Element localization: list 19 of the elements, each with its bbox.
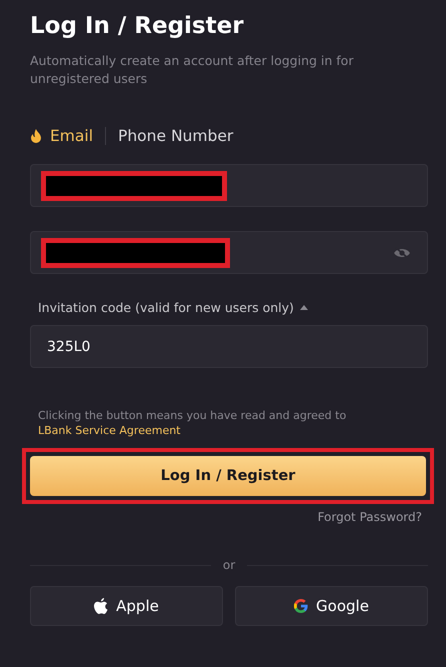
social-login-button[interactable]: Google — [235, 586, 428, 626]
tab[interactable]: Phone Number — [118, 127, 234, 145]
forgot-password-link[interactable]: Forgot Password? — [318, 510, 422, 524]
flame-icon — [30, 129, 42, 143]
google-icon — [294, 598, 308, 614]
subtitle: Automatically create an account after logging in for unregistered users — [30, 52, 354, 88]
social-login-button[interactable]: Apple — [30, 586, 223, 626]
invitation-field[interactable]: 325L0 — [30, 325, 428, 368]
agreement-link[interactable]: LBank Service Agreement — [38, 424, 180, 437]
submit-button[interactable]: Log In / Register — [30, 456, 426, 496]
agreement-text: Clicking the button means you have read and agreed to LBank Service Agreement — [37, 408, 348, 438]
apple-icon — [94, 598, 108, 614]
tab[interactable]: Email — [30, 127, 94, 145]
page-title: Log In / Register — [30, 12, 245, 41]
divider-text: or — [222, 558, 236, 572]
caret-icon[interactable] — [300, 305, 308, 310]
field-label: Invitation code (valid for new users only) — [38, 300, 294, 315]
email-field[interactable] — [30, 164, 428, 207]
password-field[interactable] — [30, 231, 428, 274]
